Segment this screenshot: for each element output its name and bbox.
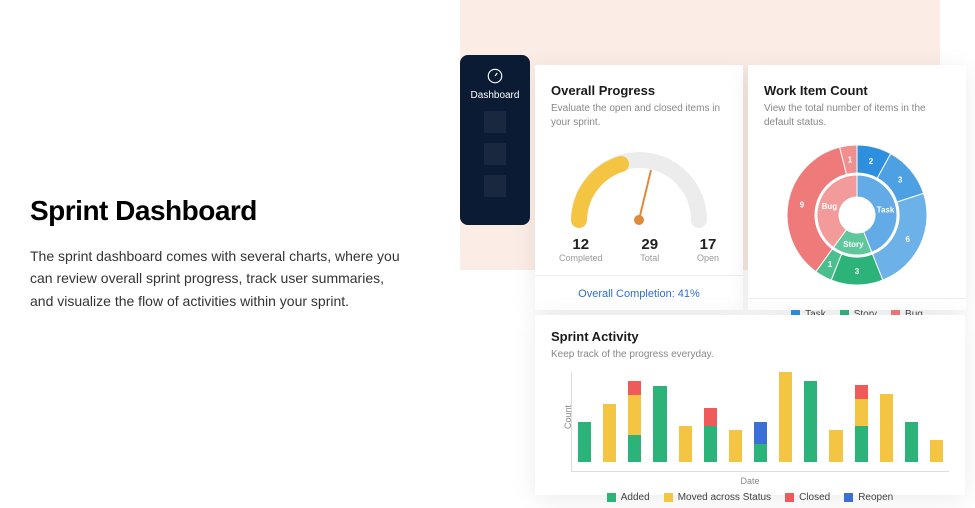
bar-segment: [905, 422, 918, 462]
progress-gauge: [559, 140, 719, 230]
bar: [930, 440, 943, 462]
total-value: 29: [640, 236, 659, 253]
legend-added: Added: [621, 492, 650, 503]
bar-segment: [704, 408, 717, 426]
sprint-activity-card: Sprint Activity Keep track of the progre…: [535, 315, 965, 495]
bar-segment: [628, 395, 641, 435]
bar-segment: [855, 426, 868, 462]
bar: [905, 422, 918, 462]
bar: [829, 430, 842, 462]
activity-legend: Added Moved across Status Closed Reopen: [551, 492, 949, 503]
bar: [653, 386, 666, 462]
svg-text:6: 6: [905, 235, 910, 244]
added-swatch: [607, 493, 616, 502]
closed-swatch: [785, 493, 794, 502]
bar: [628, 381, 641, 462]
card-subtitle: View the total number of items in the de…: [764, 102, 950, 130]
dashboard-icon[interactable]: [486, 67, 504, 90]
bar: [704, 408, 717, 462]
bar-segment: [779, 372, 792, 462]
card-title: Work Item Count: [764, 83, 950, 98]
activity-chart: Count: [571, 372, 949, 472]
reopen-swatch: [844, 493, 853, 502]
gauge-stats: 12Completed 29Total 17Open: [559, 236, 719, 263]
completed-label: Completed: [559, 253, 603, 263]
bar: [603, 404, 616, 462]
bar: [880, 394, 893, 462]
svg-text:Bug: Bug: [822, 202, 838, 211]
total-label: Total: [640, 253, 659, 263]
svg-text:2: 2: [869, 157, 874, 166]
svg-text:3: 3: [855, 267, 860, 276]
bar-segment: [829, 430, 842, 462]
sidebar-item-placeholder[interactable]: [484, 175, 506, 197]
card-title: Sprint Activity: [551, 329, 949, 344]
svg-text:1: 1: [848, 155, 853, 164]
bar-segment: [855, 385, 868, 399]
overall-completion: Overall Completion: 41%: [535, 275, 743, 312]
svg-text:Story: Story: [843, 240, 864, 249]
svg-text:Task: Task: [877, 206, 895, 215]
svg-text:9: 9: [800, 201, 805, 210]
work-item-card: Work Item Count View the total number of…: [748, 65, 966, 310]
bar-segment: [628, 435, 641, 462]
bar: [729, 430, 742, 462]
legend-reopen: Reopen: [858, 492, 893, 503]
card-subtitle: Evaluate the open and closed items in yo…: [551, 102, 727, 130]
bar: [679, 426, 692, 462]
legend-closed: Closed: [799, 492, 830, 503]
overall-progress-card: Overall Progress Evaluate the open and c…: [535, 65, 743, 310]
bar-segment: [679, 426, 692, 462]
bar-segment: [628, 381, 641, 395]
bar-segment: [729, 430, 742, 462]
legend-moved: Moved across Status: [678, 492, 771, 503]
bar: [578, 422, 591, 462]
bar-segment: [578, 422, 591, 462]
bar-segment: [880, 394, 893, 462]
svg-text:3: 3: [898, 175, 903, 184]
card-title: Overall Progress: [551, 83, 727, 98]
bar: [804, 381, 817, 462]
y-axis-label: Count: [563, 405, 573, 429]
open-value: 17: [697, 236, 719, 253]
open-label: Open: [697, 253, 719, 263]
sidebar: Dashboard: [460, 55, 530, 225]
svg-text:1: 1: [828, 260, 833, 269]
completed-value: 12: [559, 236, 603, 253]
bar: [855, 385, 868, 462]
sidebar-item-placeholder[interactable]: [484, 111, 506, 133]
bar-segment: [754, 444, 767, 462]
work-item-donut: 2 3 6 3 1 9 1 Task Story Bug: [764, 140, 950, 290]
bar-segment: [653, 386, 666, 462]
card-subtitle: Keep track of the progress everyday.: [551, 348, 949, 362]
moved-swatch: [664, 493, 673, 502]
x-axis-label: Date: [551, 476, 949, 486]
bar-segment: [804, 381, 817, 462]
bar-segment: [930, 440, 943, 462]
bar-segment: [855, 399, 868, 426]
sidebar-item-placeholder[interactable]: [484, 143, 506, 165]
sidebar-item-dashboard[interactable]: Dashboard: [471, 90, 520, 101]
bar: [779, 372, 792, 462]
page-description: The sprint dashboard comes with several …: [30, 245, 410, 312]
bar: [754, 422, 767, 462]
page-title: Sprint Dashboard: [30, 195, 410, 227]
bar-segment: [704, 426, 717, 462]
marketing-copy: Sprint Dashboard The sprint dashboard co…: [30, 195, 410, 312]
bar-segment: [754, 422, 767, 444]
bar-segment: [603, 404, 616, 462]
